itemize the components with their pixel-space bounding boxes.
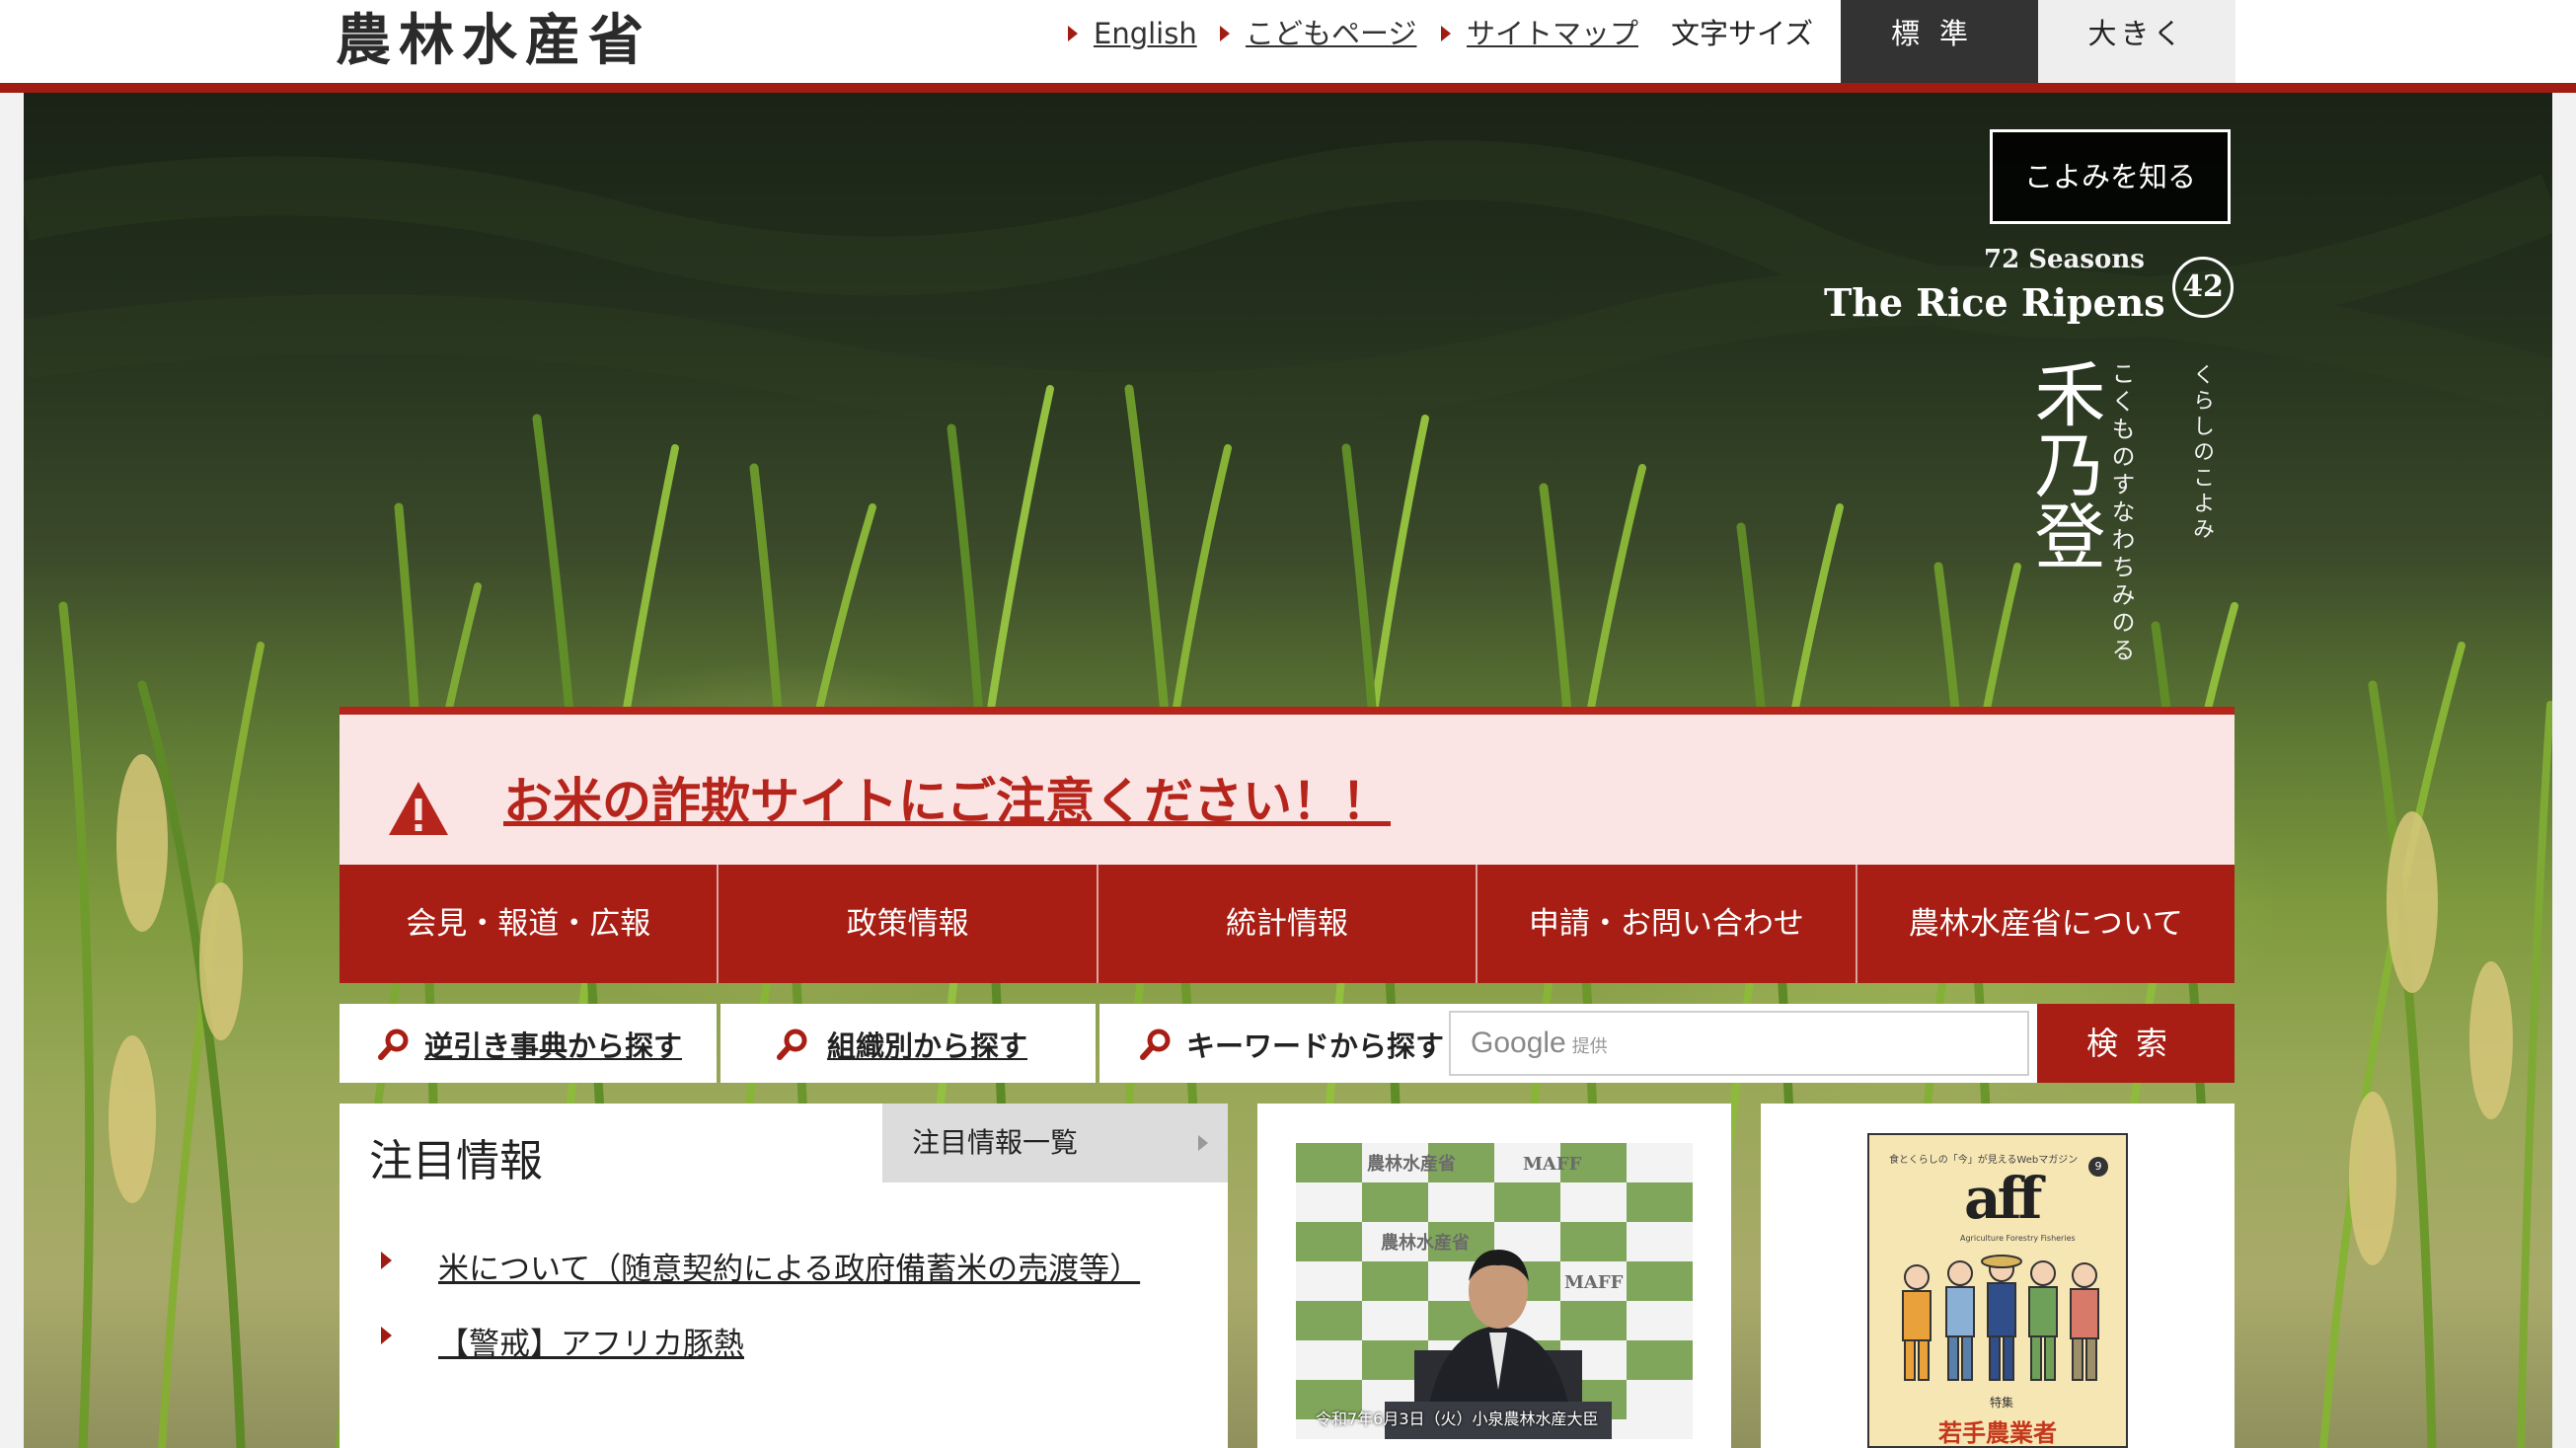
reverse-dictionary-search[interactable]: 逆引き事典から探す <box>340 1004 717 1083</box>
aff-logo: aff <box>1964 1165 2043 1232</box>
featured-item-label: 米について（随意契約による政府備蓄米の売渡等） <box>438 1252 1141 1287</box>
magazine-header: 食とくらしの「今」が見えるWebマガジン <box>1889 1155 2079 1166</box>
nav-about[interactable]: 農林水産省について <box>1856 865 2235 983</box>
main-navigation: 会見・報道・広報 政策情報 統計情報 申請・お問い合わせ 農林水産省について <box>340 865 2235 983</box>
header-divider <box>0 83 2576 93</box>
kids-page-link[interactable]: こどもページ <box>1220 12 1416 55</box>
warning-icon <box>389 782 448 835</box>
sitemap-link-label: サイトマップ <box>1467 17 1639 50</box>
arrow-right-icon <box>381 1327 392 1344</box>
backdrop-text: 農林水産省 <box>1381 1232 1470 1254</box>
season-label: 72 Seasons <box>1984 245 2145 274</box>
kids-page-link-label: こどもページ <box>1246 17 1417 50</box>
site-logo[interactable]: 農林水産省 <box>336 6 651 75</box>
font-size-label: 文字サイズ <box>1671 17 1814 50</box>
english-link[interactable]: English <box>1068 12 1197 55</box>
reverse-dictionary-label: 逆引き事典から探す <box>424 1029 683 1063</box>
organization-search-label: 組織別から探す <box>827 1029 1028 1063</box>
featured-info-more-label: 注目情報一覧 <box>912 1126 1079 1159</box>
featured-item[interactable]: 米について（随意契約による政府備蓄米の売渡等） <box>381 1244 1141 1288</box>
season-reading: こくものすなわちみのる <box>2107 361 2135 665</box>
nav-applications[interactable]: 申請・お問い合わせ <box>1477 865 1857 983</box>
sitemap-link[interactable]: サイトマップ <box>1441 12 1638 55</box>
press-conference-photo[interactable]: 農林水産省 MAFF 農林水産省 MAFF 令和7年6月3日（火）小泉農林水産大… <box>1296 1143 1693 1439</box>
english-link-label: English <box>1094 17 1197 50</box>
search-icon <box>777 1029 807 1060</box>
arrow-right-icon <box>1220 26 1230 41</box>
nav-policy[interactable]: 政策情報 <box>719 865 1099 983</box>
google-logo: Google <box>1471 1027 1566 1059</box>
arrow-right-icon <box>1068 26 1078 41</box>
arrow-right-icon <box>1441 26 1451 41</box>
keyword-search-label: キーワードから探す <box>1186 1029 1445 1063</box>
keyword-search-input[interactable]: Google 提供 <box>1449 1011 2029 1076</box>
featured-item[interactable]: 【警戒】アフリカ豚熱 <box>381 1319 744 1363</box>
backdrop-text: 農林水産省 <box>1367 1153 1456 1175</box>
press-photo-caption: 令和7年6月3日（火）小泉農林水産大臣 <box>1316 1410 1599 1428</box>
nav-statistics[interactable]: 統計情報 <box>1098 865 1478 983</box>
magazine-subtitle: Agriculture Forestry Fisheries <box>1960 1234 2076 1243</box>
featured-info-title: 注目情報 <box>369 1136 543 1186</box>
season-kanji: 禾乃登 <box>2022 357 2105 571</box>
nav-press[interactable]: 会見・報道・広報 <box>340 865 720 983</box>
backdrop-text: MAFF <box>1523 1154 1582 1175</box>
search-icon <box>1140 1029 1171 1060</box>
organization-search[interactable]: 組織別から探す <box>720 1004 1096 1083</box>
press-backdrop: 農林水産省 MAFF 農林水産省 MAFF <box>1296 1143 1693 1439</box>
season-number-badge: 42 <box>2172 257 2234 318</box>
arrow-right-icon <box>381 1252 392 1269</box>
koyomi-button[interactable]: こよみを知る <box>1990 129 2231 224</box>
featured-info-more-link[interactable]: 注目情報一覧 <box>882 1104 1228 1182</box>
issue-badge: 9 <box>2088 1157 2108 1177</box>
feature-title: 若手農業者 <box>1938 1419 2057 1447</box>
search-button[interactable]: 検索 <box>2037 1004 2235 1083</box>
font-size-standard-button[interactable]: 標準 <box>1841 0 2038 83</box>
chevron-right-icon <box>1198 1135 1208 1151</box>
young-farmers-illustration <box>1902 1255 2099 1381</box>
featured-item-label: 【警戒】アフリカ豚熱 <box>438 1327 744 1362</box>
backdrop-text: MAFF <box>1564 1272 1624 1293</box>
fraud-alert-banner: お米の詐欺サイトにご注意ください！！ <box>340 707 2235 865</box>
feature-label: 特集 <box>1990 1396 2014 1410</box>
featured-info-panel: 注目情報 注目情報一覧 米について（随意契約による政府備蓄米の売渡等） 【警戒】… <box>340 1104 1228 1448</box>
fraud-alert-link[interactable]: お米の詐欺サイトにご注意ください！！ <box>503 762 1391 833</box>
koyomi-label: くらしのこよみ <box>2189 363 2214 543</box>
site-header: 農林水産省 English こどもページ サイトマップ 文字サイズ 標準 大きく <box>0 0 2576 83</box>
aff-magazine-cover[interactable]: 食とくらしの「今」が見えるWebマガジン aff Agriculture For… <box>1867 1133 2128 1448</box>
font-size-large-button[interactable]: 大きく <box>2038 0 2235 83</box>
google-provided-label: 提供 <box>1571 1036 1608 1057</box>
season-title: The Rice Ripens <box>1824 280 2165 325</box>
search-icon <box>378 1029 409 1060</box>
